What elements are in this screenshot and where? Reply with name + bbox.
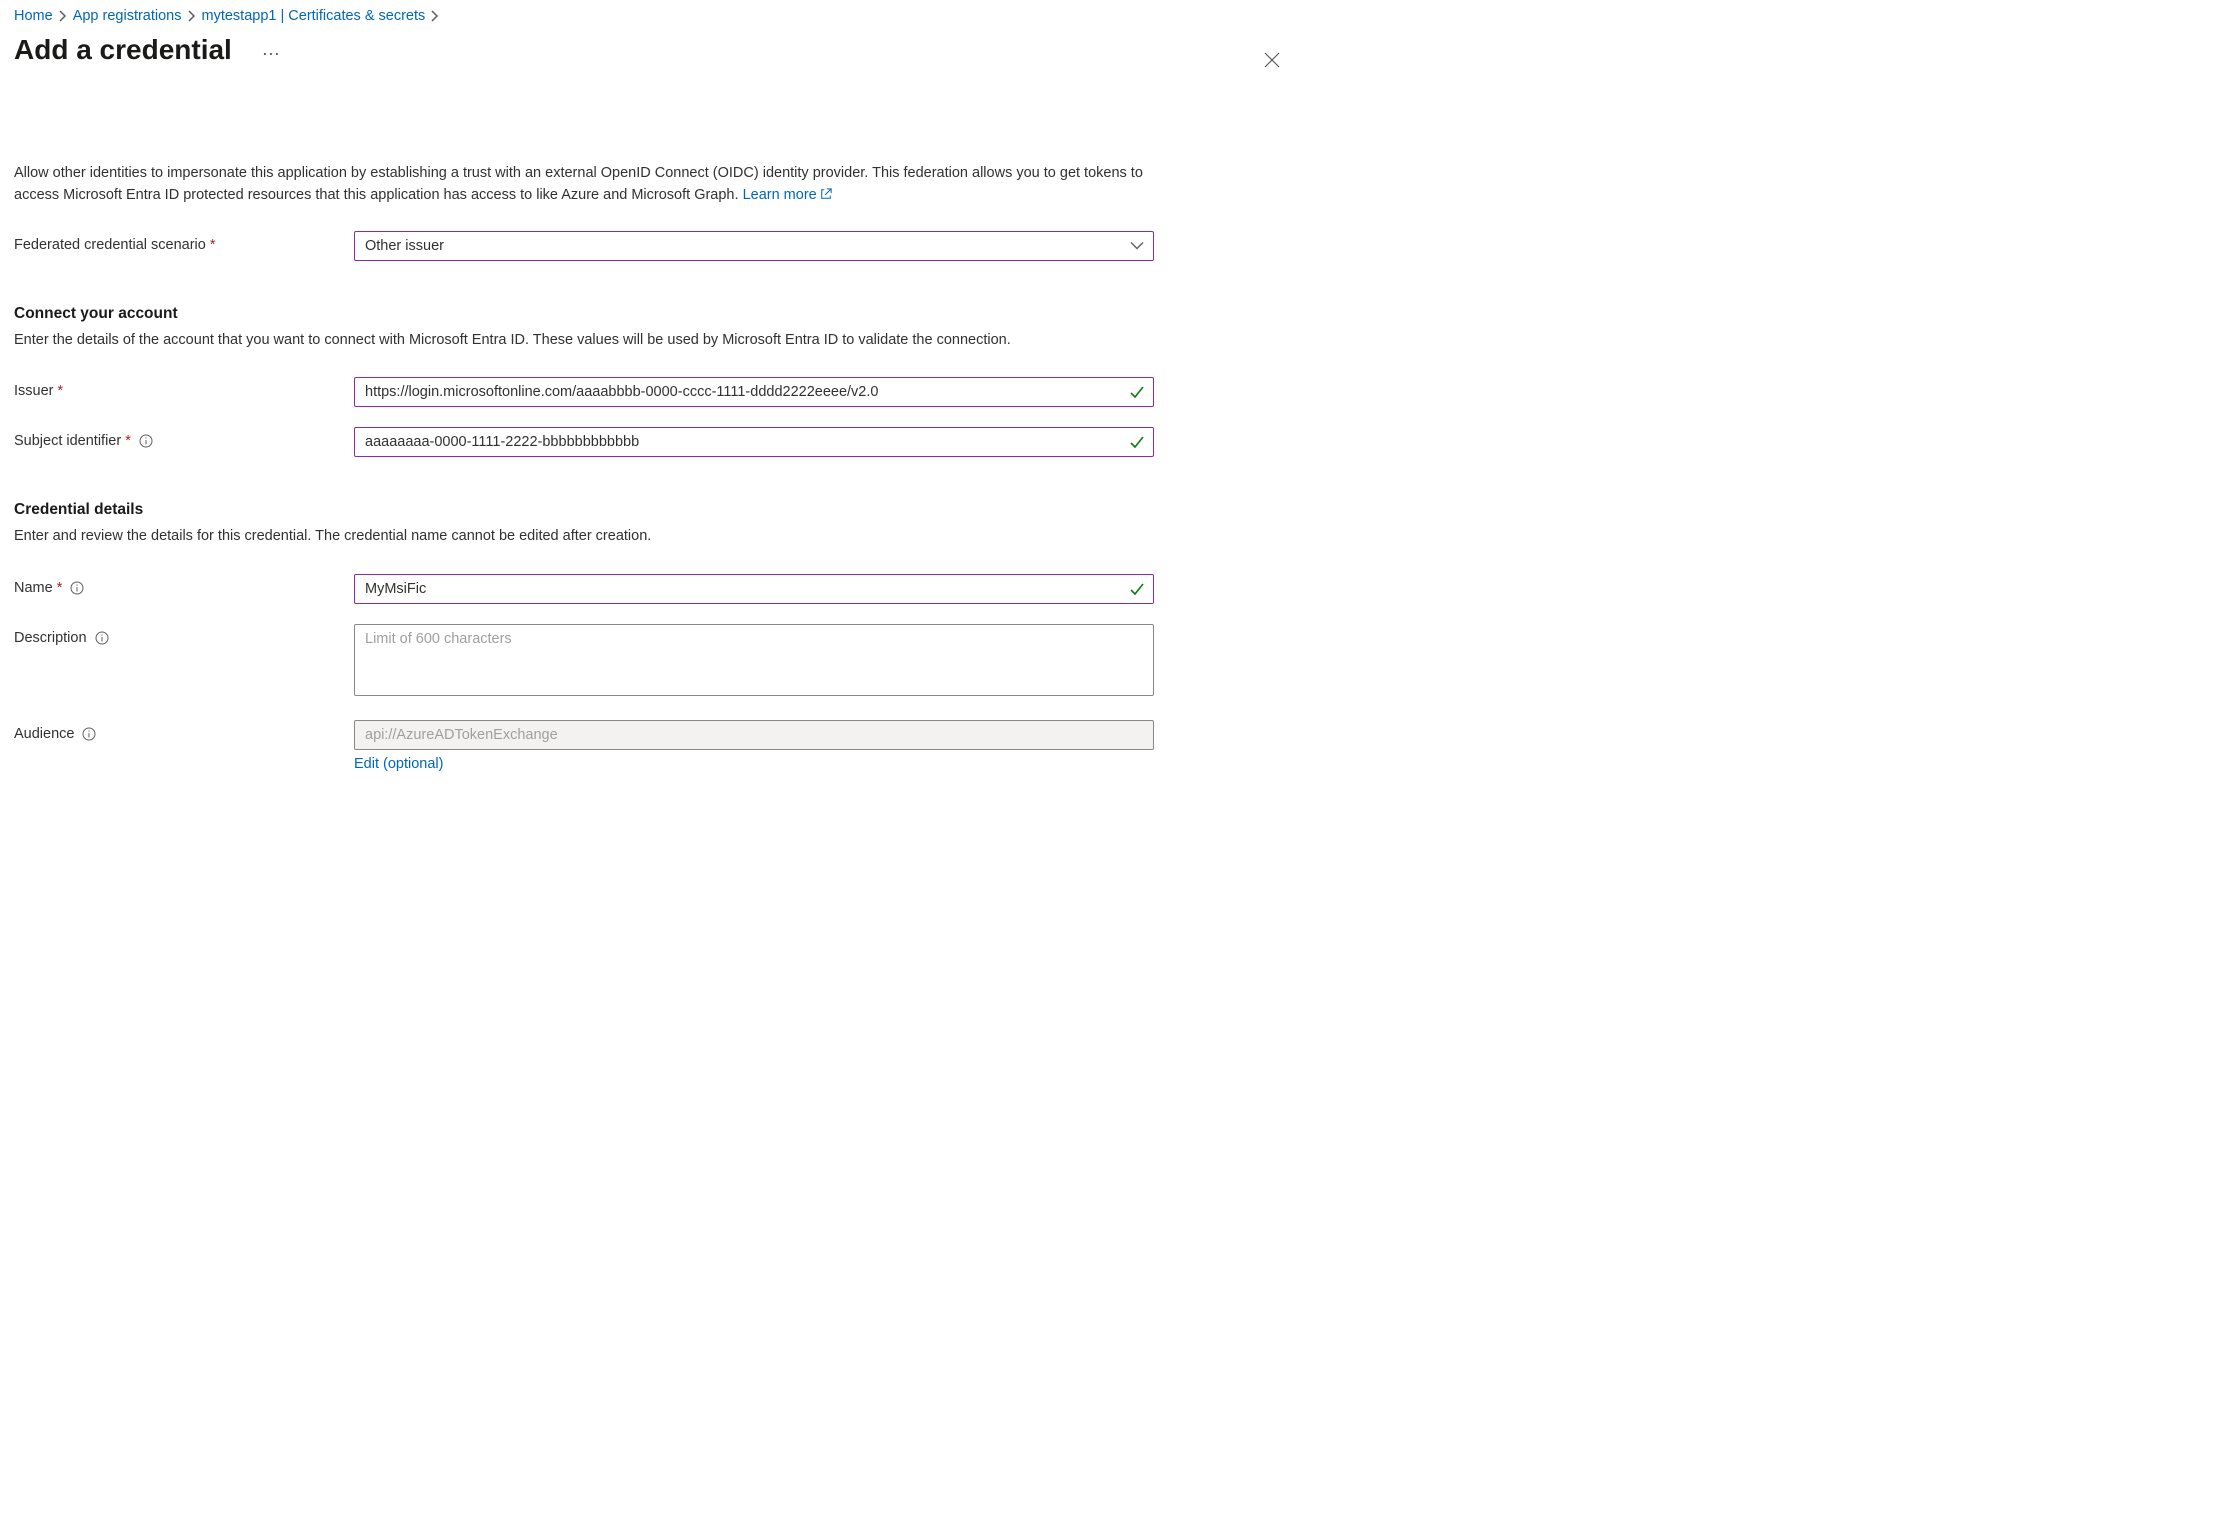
info-icon[interactable] xyxy=(139,434,153,448)
description-label: Description xyxy=(14,630,87,646)
audience-edit-link[interactable]: Edit (optional) xyxy=(354,756,443,772)
section-connect-heading: Connect your account xyxy=(14,305,1286,323)
info-icon[interactable] xyxy=(95,631,109,645)
required-indicator: * xyxy=(58,383,64,399)
audience-label: Audience xyxy=(14,726,74,742)
issuer-input[interactable] xyxy=(354,377,1154,407)
chevron-right-icon xyxy=(59,10,67,22)
breadcrumb-certificates-secrets[interactable]: mytestapp1 | Certificates & secrets xyxy=(202,8,426,24)
required-indicator: * xyxy=(210,237,216,253)
learn-more-link[interactable]: Learn more xyxy=(743,187,832,203)
subject-identifier-label: Subject identifier xyxy=(14,433,121,449)
name-input[interactable] xyxy=(354,574,1154,604)
intro-text: Allow other identities to impersonate th… xyxy=(14,162,1144,207)
section-connect-sub: Enter the details of the account that yo… xyxy=(14,329,1144,351)
audience-input xyxy=(354,720,1154,750)
intro-body: Allow other identities to impersonate th… xyxy=(14,165,1143,203)
section-details-heading: Credential details xyxy=(14,501,1286,519)
external-link-icon xyxy=(820,188,832,200)
scenario-label: Federated credential scenario xyxy=(14,237,206,253)
info-icon[interactable] xyxy=(82,727,96,741)
breadcrumb-home[interactable]: Home xyxy=(14,8,53,24)
issuer-label: Issuer xyxy=(14,383,54,399)
required-indicator: * xyxy=(125,433,131,449)
more-actions-button[interactable]: ⋯ xyxy=(256,41,288,67)
close-button[interactable] xyxy=(1258,46,1286,77)
scenario-select[interactable]: Other issuer xyxy=(354,231,1154,261)
chevron-right-icon xyxy=(431,10,439,22)
required-indicator: * xyxy=(57,580,63,596)
name-label: Name xyxy=(14,580,53,596)
chevron-right-icon xyxy=(188,10,196,22)
section-details-sub: Enter and review the details for this cr… xyxy=(14,525,1144,547)
learn-more-label: Learn more xyxy=(743,187,817,203)
breadcrumb-app-registrations[interactable]: App registrations xyxy=(73,8,182,24)
subject-identifier-input[interactable] xyxy=(354,427,1154,457)
page-title: Add a credential xyxy=(14,34,232,66)
close-icon xyxy=(1264,52,1280,68)
info-icon[interactable] xyxy=(70,581,84,595)
description-input[interactable] xyxy=(354,624,1154,696)
breadcrumb: Home App registrations mytestapp1 | Cert… xyxy=(14,8,1286,24)
